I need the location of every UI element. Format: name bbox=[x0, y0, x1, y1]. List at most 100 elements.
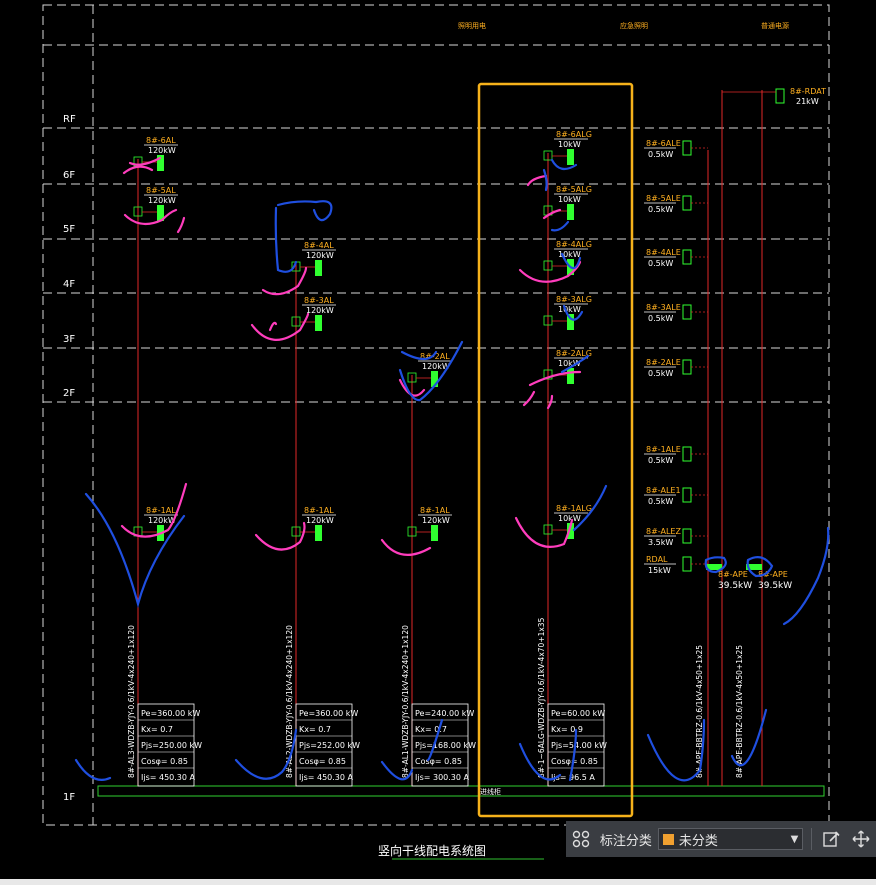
emergency-load-name: 8#-4ALE bbox=[646, 248, 681, 257]
markup-stroke-pink bbox=[522, 390, 536, 407]
column-alg: 8#-6ALG10kW8#-5ALG10kW8#-4ALG10kW8#-3ALG… bbox=[537, 130, 607, 787]
table-row: Kx= 0.7 bbox=[299, 725, 331, 734]
table-row: Pjs=250.00 kW bbox=[141, 741, 202, 750]
grid-icon[interactable] bbox=[566, 821, 596, 857]
breaker-icon bbox=[315, 525, 322, 541]
breaker-icon bbox=[682, 359, 692, 375]
column-al1: 8#-2AL120kW8#-1AL120kW8#-AL1-WDZB-YJY-0.… bbox=[401, 352, 476, 787]
feeder-label: 8#-AL3-WDZB-YJY-0.6/1kV-4x240+1x120 bbox=[127, 625, 136, 778]
load-name: 8#-4ALG bbox=[556, 240, 592, 249]
emergency-load-name: 8#-ALEZ bbox=[646, 527, 681, 536]
emergency-load-name: RDAL bbox=[646, 555, 668, 564]
load-name: 8#-1ALG bbox=[556, 504, 592, 513]
load-name: 8#-5AL bbox=[146, 186, 176, 195]
breaker-icon bbox=[682, 487, 692, 503]
emergency-load-power: 0.5kW bbox=[648, 314, 673, 323]
table-row: Pjs=252.00 kW bbox=[299, 741, 360, 750]
category-label: 标注分类 bbox=[599, 833, 652, 849]
load-name: 8#-4AL bbox=[304, 241, 334, 250]
emergency-load-power: 0.5kW bbox=[648, 150, 673, 159]
floor-label: 3F bbox=[63, 334, 75, 345]
emergency-load-name: 8#-6ALE bbox=[646, 139, 681, 148]
breaker-icon bbox=[567, 204, 574, 220]
breaker-icon bbox=[315, 260, 322, 276]
table-row: Pjs=168.00 kW bbox=[415, 741, 476, 750]
breaker-icon bbox=[682, 195, 692, 211]
column-header: 应急照明 bbox=[620, 21, 648, 30]
load-power: 10kW bbox=[558, 514, 581, 523]
load-power: 10kW bbox=[558, 140, 581, 149]
breaker-icon bbox=[682, 528, 692, 544]
load-box: 8#-4ALG10kW bbox=[543, 240, 592, 275]
markup-stroke-pink bbox=[268, 321, 278, 332]
emergency-load-power: 0.5kW bbox=[648, 205, 673, 214]
breaker-icon bbox=[315, 315, 322, 331]
emergency-load: 8#-3ALE 0.5kW bbox=[644, 303, 708, 323]
rdat-name: 8#-RDAT bbox=[790, 87, 826, 96]
breaker-icon bbox=[567, 368, 574, 384]
table-row: Pe=360.00 kW bbox=[299, 709, 358, 718]
category-value: 未分类 bbox=[678, 833, 718, 849]
category-color-swatch bbox=[662, 833, 674, 845]
load-power: 120kW bbox=[148, 196, 176, 205]
load-power: 120kW bbox=[306, 516, 334, 525]
table-row: Cosφ= 0.85 bbox=[299, 757, 346, 766]
diagram-title: 竖向干线配电系统图 bbox=[378, 843, 486, 858]
edit-icon[interactable] bbox=[816, 821, 846, 857]
breaker-icon bbox=[431, 525, 438, 541]
load-power: 10kW bbox=[558, 305, 581, 314]
table-row: Kx= 0.7 bbox=[415, 725, 447, 734]
riser-diagram-canvas[interactable]: RF6F5F4F3F2F1F 照明用电 应急照明 普通电源 进线柜8#-6AL120… bbox=[0, 0, 876, 885]
table-row: Pe=360.00 kW bbox=[141, 709, 200, 718]
markup-stroke-pink bbox=[176, 216, 186, 234]
table-row: Pe=60.00 kW bbox=[551, 709, 605, 718]
markup-annotations bbox=[74, 156, 830, 782]
column-headers: 照明用电 应急照明 普通电源 bbox=[458, 21, 789, 30]
load-box: 8#-5AL120kW bbox=[133, 186, 178, 221]
emergency-load-power: 0.5kW bbox=[648, 259, 673, 268]
load-name: 8#-3ALG bbox=[556, 295, 592, 304]
floor-label: 4F bbox=[63, 279, 75, 290]
breaker-icon bbox=[567, 149, 574, 165]
column-header: 普通电源 bbox=[761, 21, 789, 30]
emergency-load-name: 8#-3ALE bbox=[646, 303, 681, 312]
feeder-label: 8#-1~6ALG-WDZB-YJY-0.6/1kV-4x70+1x35 bbox=[537, 617, 546, 778]
load-box: 8#-2ALG10kW bbox=[543, 349, 592, 384]
breaker-icon bbox=[682, 446, 692, 462]
load-box: 8#-5ALG10kW bbox=[543, 185, 592, 220]
table-row: Ijs= 450.30 A bbox=[141, 773, 196, 782]
floor-label: 2F bbox=[63, 388, 75, 399]
table-row: Cosφ= 0.85 bbox=[141, 757, 188, 766]
load-power: 120kW bbox=[306, 306, 334, 315]
emergency-load-name: 8#-ALE1 bbox=[646, 486, 681, 495]
column-header: 照明用电 bbox=[458, 21, 486, 30]
load-power: 120kW bbox=[148, 146, 176, 155]
breaker-icon bbox=[682, 304, 692, 320]
load-calc-table: Pe=360.00 kW Kx= 0.7 Pjs=252.00 kW Cosφ= 0.… bbox=[295, 703, 360, 787]
emergency-load: RDAL 15kW bbox=[644, 555, 708, 575]
table-row: Pe=240.00 kW bbox=[415, 709, 474, 718]
ape-power: 39.5kW bbox=[718, 581, 752, 591]
chevron-down-icon: ▼ bbox=[790, 833, 799, 845]
breaker-icon bbox=[682, 556, 692, 572]
annotation-toolbar: 标注分类 未分类 ▼ bbox=[566, 821, 876, 857]
table-row: Kx= 0.9 bbox=[551, 725, 583, 734]
load-box: 8#-4AL120kW bbox=[291, 241, 336, 276]
load-box: 8#-1AL120kW bbox=[291, 506, 336, 541]
floor-label: 5F bbox=[63, 224, 75, 235]
ape-name: 8#-APE bbox=[718, 570, 748, 579]
emergency-load-name: 8#-1ALE bbox=[646, 445, 681, 454]
load-box: 8#-1AL120kW bbox=[407, 506, 452, 541]
category-select[interactable]: 未分类 ▼ bbox=[657, 828, 804, 850]
load-name: 8#-3AL bbox=[304, 296, 334, 305]
move-icon[interactable] bbox=[846, 821, 876, 857]
busbar-label: 进线柜 bbox=[480, 787, 501, 796]
emergency-load: 8#-2ALE 0.5kW bbox=[644, 358, 708, 378]
floor-label: 1F bbox=[63, 792, 75, 803]
load-name: 8#-1AL bbox=[420, 506, 450, 515]
load-name: 8#-6AL bbox=[146, 136, 176, 145]
emergency-load-name: 8#-5ALE bbox=[646, 194, 681, 203]
floor-label: RF bbox=[63, 114, 76, 125]
column-al3: 8#-6AL120kW8#-5AL120kW8#-1AL120kW8#-AL3-… bbox=[127, 136, 202, 787]
main-busbar bbox=[97, 785, 825, 797]
